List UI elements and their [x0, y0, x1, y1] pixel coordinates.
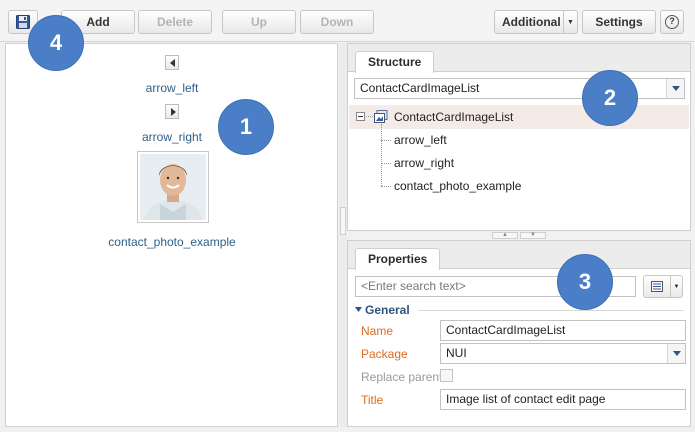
- package-label: Package: [361, 347, 408, 361]
- chevron-down-icon[interactable]: [667, 344, 685, 363]
- callout-badge-1: 1: [218, 99, 274, 155]
- chevron-down-icon[interactable]: [666, 79, 684, 98]
- name-label: Name: [361, 324, 394, 338]
- group-general-label: General: [365, 303, 410, 317]
- help-icon: ?: [665, 15, 679, 29]
- title-field[interactable]: Image list of contact edit page: [440, 389, 686, 410]
- structure-tabbar: Structure: [348, 44, 690, 73]
- tree-root-label: ContactCardImageList: [394, 110, 514, 124]
- preview-label-arrow-right: arrow_right: [141, 130, 203, 144]
- arrow-right-icon: [171, 108, 176, 116]
- view-mode-button[interactable]: ▼: [643, 275, 683, 298]
- image-list-icon: [374, 110, 388, 123]
- structure-select-value: ContactCardImageList: [360, 81, 480, 95]
- chevron-down-icon[interactable]: ▼: [670, 276, 682, 297]
- title-label: Title: [361, 393, 384, 407]
- additional-button[interactable]: Additional ▼: [494, 10, 578, 34]
- group-divider: [418, 310, 684, 311]
- package-select-value: NUI: [446, 346, 467, 360]
- tree-item-arrow-left[interactable]: arrow_left: [394, 133, 447, 147]
- contact-photo-image[interactable]: [137, 151, 209, 223]
- arrow-left-image[interactable]: [165, 55, 179, 70]
- replace-parent-checkbox[interactable]: [440, 369, 453, 382]
- name-field[interactable]: ContactCardImageList: [440, 320, 686, 341]
- callout-badge-4: 4: [28, 15, 84, 71]
- tab-structure[interactable]: Structure: [355, 51, 435, 73]
- arrow-left-icon: [170, 59, 175, 67]
- vertical-splitter[interactable]: [339, 43, 347, 427]
- callout-badge-2: 2: [582, 70, 638, 126]
- toolbar: Add Delete Up Down Additional ▼ Settings…: [0, 0, 695, 42]
- chevron-down-icon[interactable]: ▼: [563, 11, 577, 33]
- group-expand-icon[interactable]: [355, 307, 362, 312]
- list-view-icon: [651, 281, 663, 292]
- help-button[interactable]: ?: [660, 10, 684, 34]
- callout-badge-3: 3: [557, 254, 613, 310]
- image-list-preview: arrow_left arrow_right contact_photo_exa…: [5, 43, 338, 427]
- structure-panel: Structure ContactCardImageList ContactCa…: [347, 43, 691, 231]
- floppy-disk-icon: [16, 15, 30, 29]
- tab-properties[interactable]: Properties: [355, 248, 441, 270]
- preview-label-arrow-left: arrow_left: [145, 81, 199, 95]
- down-button[interactable]: Down: [300, 10, 374, 34]
- tree-connector: [381, 124, 382, 186]
- properties-tabbar: Properties: [348, 241, 690, 270]
- tree-item-arrow-right[interactable]: arrow_right: [394, 156, 454, 170]
- replace-parent-label: Replace parent: [361, 370, 443, 384]
- collapse-down-icon[interactable]: ▼: [520, 232, 546, 239]
- tree-connector: [381, 140, 391, 141]
- contact-photo-illustration: [140, 154, 206, 220]
- delete-button[interactable]: Delete: [138, 10, 212, 34]
- splitter-grip[interactable]: [340, 207, 346, 235]
- up-button[interactable]: Up: [222, 10, 296, 34]
- tree-connector: [381, 163, 391, 164]
- properties-panel: Properties <Enter search text> ▼ General…: [347, 240, 691, 427]
- preview-label-contact-photo: contact_photo_example: [108, 235, 236, 249]
- package-select[interactable]: NUI: [440, 343, 686, 364]
- settings-button[interactable]: Settings: [582, 10, 656, 34]
- horizontal-splitter[interactable]: ▲ ▼: [490, 231, 548, 240]
- tree-item-contact-photo[interactable]: contact_photo_example: [394, 179, 521, 193]
- arrow-right-image[interactable]: [165, 104, 179, 119]
- collapse-minus-icon[interactable]: [356, 112, 365, 121]
- tree-connector: [381, 186, 391, 187]
- tree-connector: [366, 116, 373, 117]
- collapse-up-icon[interactable]: ▲: [492, 232, 518, 239]
- additional-label: Additional: [502, 15, 561, 29]
